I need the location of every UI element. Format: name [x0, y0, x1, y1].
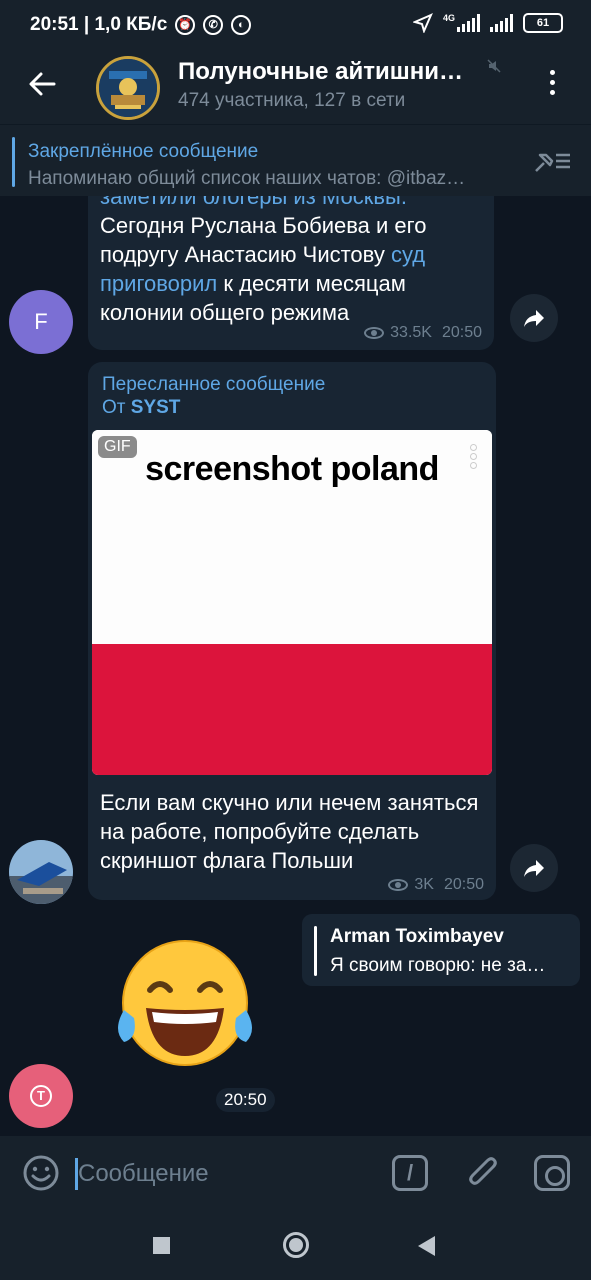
message-1-time: 20:50	[441, 324, 482, 341]
flag-red-stripe	[92, 644, 492, 775]
forwarded-from-name[interactable]: SYST	[131, 397, 181, 418]
message-2-views: 3K	[414, 876, 434, 893]
gif-badge: GIF	[98, 436, 137, 458]
battery-icon: 61	[523, 13, 563, 33]
views-icon	[388, 879, 409, 891]
reply-author: Arman Toximbayev	[330, 926, 504, 947]
reply-indicator	[314, 926, 317, 976]
pinned-list-icon[interactable]	[532, 147, 572, 175]
status-bar: 20:51 | 1,0 КБ/с ⏰ ✆ ◐ 4G 61	[0, 0, 591, 46]
message-1-top-line: заметили блогеры из Москвы.	[100, 196, 407, 209]
instagram-camera-icon[interactable]	[534, 1155, 570, 1191]
alarm-icon: ⏰	[175, 15, 196, 35]
gif-caption: screenshot poland	[145, 450, 439, 488]
tears-of-joy-emoji-icon[interactable]	[110, 938, 260, 1068]
app-notification-icon: ◐	[231, 15, 252, 35]
message-composer: Сообщение /	[0, 1136, 591, 1210]
message-bubble-1[interactable]: заметили блогеры из Москвы. Сегодня Русл…	[88, 196, 494, 350]
pinned-text: Напоминаю общий список наших чатов: @itb…	[28, 168, 466, 189]
sender-avatar-t[interactable]: T	[9, 1064, 73, 1128]
sender-avatar-f[interactable]: F	[9, 290, 73, 354]
signal-2-icon	[490, 14, 513, 32]
back-triangle-icon[interactable]	[418, 1236, 435, 1256]
gif-menu-icon	[470, 444, 478, 471]
chat-avatar[interactable]	[96, 56, 160, 120]
share-button-1[interactable]	[510, 294, 558, 342]
recent-apps-icon[interactable]	[153, 1237, 170, 1254]
pinned-indicator	[12, 137, 15, 187]
message-3-time: 20:50	[216, 1088, 275, 1112]
message-1-text-a: Сегодня Руслана Бобиева и его подругу Ан…	[100, 213, 427, 267]
avatar-letter-f: F	[34, 309, 48, 334]
status-right: 4G 61	[412, 13, 563, 33]
message-1-views: 33.5K	[390, 324, 432, 341]
share-arrow-icon	[524, 310, 544, 327]
pinned-message-bar[interactable]: Закреплённое сообщение Напоминаю общий с…	[0, 124, 591, 196]
muted-icon	[487, 59, 501, 73]
message-2-meta: 3K 20:50	[388, 876, 484, 894]
share-arrow-icon	[524, 860, 544, 877]
chat-title[interactable]: Полуночные айтишни…	[178, 58, 463, 86]
views-icon	[364, 327, 385, 339]
status-time: 20:51 | 1,0 КБ/с	[30, 14, 168, 35]
avatar-letter-t: T	[30, 1085, 52, 1107]
whatsapp-icon: ✆	[203, 15, 224, 35]
system-nav-bar	[0, 1210, 591, 1280]
back-arrow-icon[interactable]	[26, 68, 58, 100]
emblem-icon	[99, 59, 157, 117]
more-options-icon[interactable]	[548, 70, 558, 100]
chat-subtitle: 474 участника, 127 в сети	[178, 90, 406, 111]
attach-paperclip-icon[interactable]	[466, 1154, 500, 1192]
reply-text: Я своим говорю: не за…	[330, 955, 546, 976]
forwarded-from[interactable]: От SYST	[102, 397, 180, 419]
message-2-time: 20:50	[443, 876, 484, 893]
signal-1-icon	[457, 14, 480, 32]
message-1-text: заметили блогеры из Москвы. Сегодня Русл…	[100, 196, 480, 327]
message-bubble-2[interactable]: Пересланное сообщение От SYST screenshot…	[88, 362, 496, 900]
forwarded-label: Пересланное сообщение	[102, 374, 326, 395]
share-button-2[interactable]	[510, 844, 558, 892]
reply-preview[interactable]: Arman Toximbayev Я своим говорю: не за…	[302, 914, 580, 986]
emoji-smile-icon[interactable]	[22, 1154, 60, 1192]
message-input[interactable]: Сообщение	[78, 1160, 209, 1188]
chat-header: Полуночные айтишни… 474 участника, 127 в…	[0, 46, 591, 124]
sender-avatar-photo[interactable]	[9, 840, 73, 904]
bot-commands-icon[interactable]: /	[392, 1155, 428, 1191]
network-label: 4G	[442, 13, 455, 23]
forwarded-from-prefix: От	[102, 397, 131, 418]
location-icon	[412, 13, 433, 33]
avatar-photo-icon	[9, 840, 73, 904]
pinned-title: Закреплённое сообщение	[28, 141, 259, 162]
message-2-text: Если вам скучно или нечем заняться на ра…	[100, 790, 479, 873]
home-icon[interactable]	[283, 1232, 309, 1258]
message-1-meta: 33.5K 20:50	[364, 324, 482, 342]
gif-media[interactable]: screenshot poland GIF	[92, 430, 492, 775]
status-left: 20:51 | 1,0 КБ/с ⏰ ✆ ◐	[30, 14, 252, 36]
